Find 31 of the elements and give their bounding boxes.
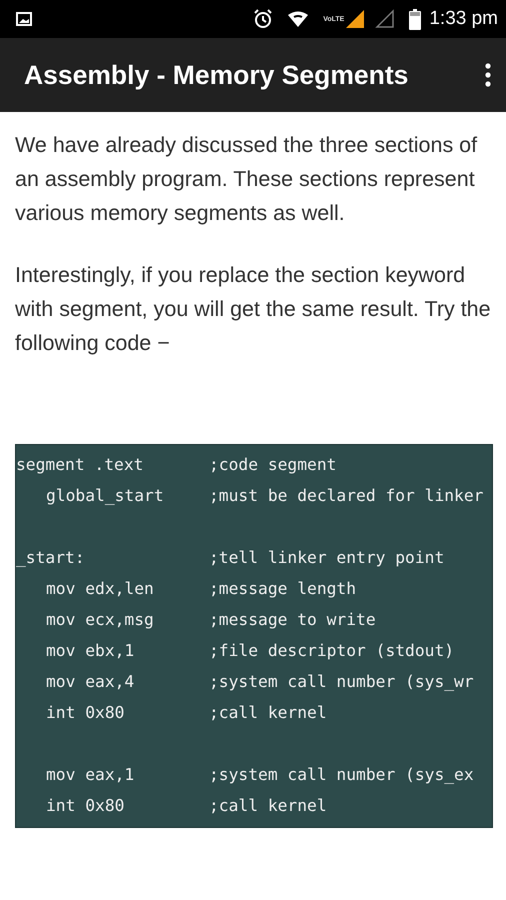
- wifi-icon: [287, 10, 310, 28]
- alarm-clock-icon: [253, 9, 274, 29]
- image-icon: [16, 12, 32, 26]
- code-text: int 0x80: [46, 703, 124, 722]
- code-comment: ;call kernel: [209, 796, 327, 815]
- code-comment: ;system call number (sys_ex: [209, 765, 474, 784]
- code-text: mov ebx,1: [46, 641, 134, 660]
- code-text: _start:: [16, 548, 85, 567]
- code-text: mov edx,len: [46, 579, 154, 598]
- code-comment: ;message length: [209, 579, 356, 598]
- clock-time: 1:33 pm: [429, 8, 498, 30]
- code-comment: ;tell linker entry point: [209, 548, 444, 567]
- code-comment: ;code segment: [209, 455, 336, 474]
- code-comment: ;call kernel: [209, 703, 327, 722]
- menu-icon[interactable]: [484, 63, 492, 87]
- code-comment: ;message to write: [209, 610, 376, 629]
- code-comment: ;file descriptor (stdout): [209, 641, 454, 660]
- code-text: segment .text: [16, 455, 144, 474]
- code-text: global_start: [46, 486, 164, 505]
- code-comment: ;must be declared for linker: [209, 486, 484, 505]
- code-text: mov eax,4: [46, 672, 134, 691]
- code-text: mov ecx,msg: [46, 610, 154, 629]
- signal-icon: [345, 9, 366, 29]
- page-title: Assembly - Memory Segments: [24, 60, 410, 90]
- code-comment: ;system call number (sys_wr: [209, 672, 474, 691]
- code-text: mov eax,1: [46, 765, 134, 784]
- signal-icon: [375, 9, 396, 29]
- code-text: int 0x80: [46, 796, 124, 815]
- battery-icon: [409, 8, 422, 30]
- paragraph: Interestingly, if you replace the section keyword with segment, you will get the same result. Try the following code −: [15, 262, 492, 357]
- paragraph: We have already discussed the three sections of an assembly program. These sections represent various memory segments as well.: [15, 132, 478, 227]
